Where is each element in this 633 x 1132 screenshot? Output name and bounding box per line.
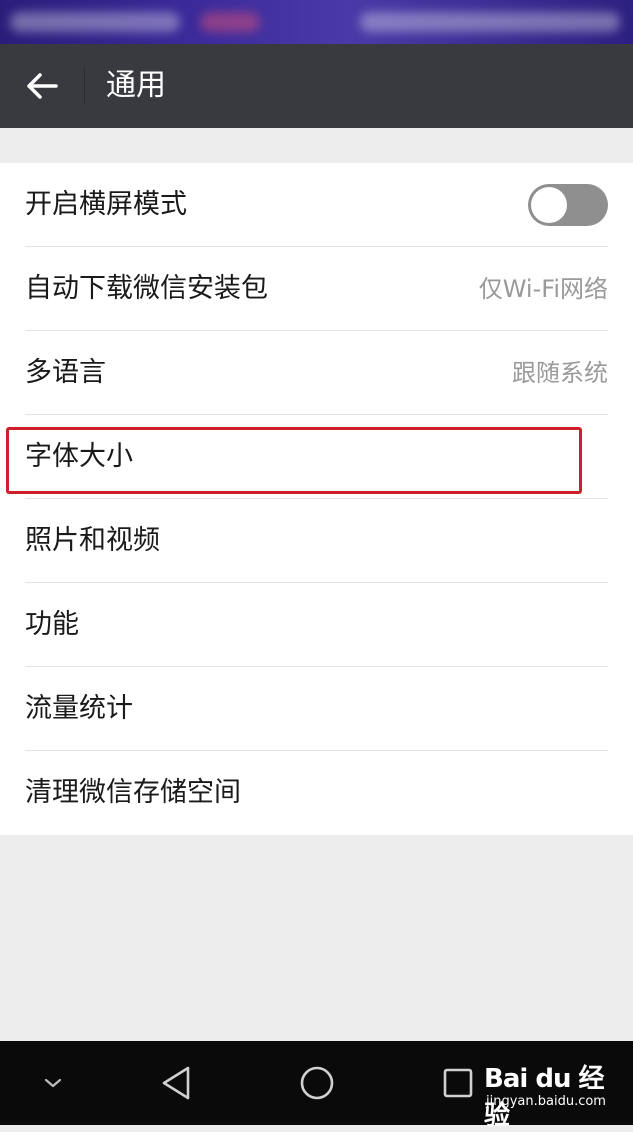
- page-title: 通用: [106, 68, 166, 103]
- status-blur: [360, 12, 620, 32]
- setting-data-usage[interactable]: 流量统计: [0, 667, 633, 751]
- app-bar: 通用: [0, 44, 633, 128]
- nav-home-button[interactable]: [295, 1061, 339, 1105]
- setting-photos-videos[interactable]: 照片和视频: [0, 499, 633, 583]
- setting-manage-storage[interactable]: 清理微信存储空间: [0, 751, 633, 835]
- setting-label: 流量统计: [25, 693, 133, 724]
- landscape-mode-toggle[interactable]: [528, 184, 608, 226]
- setting-label: 自动下载微信安装包: [25, 273, 268, 304]
- back-button[interactable]: [14, 62, 70, 110]
- home-circle-icon: [300, 1066, 334, 1100]
- status-blur: [10, 12, 180, 32]
- status-bar: [0, 0, 633, 44]
- nav-collapse-button[interactable]: [31, 1061, 75, 1105]
- setting-features[interactable]: 功能: [0, 583, 633, 667]
- setting-label: 照片和视频: [25, 525, 160, 556]
- watermark-url: jingyan.baidu.com: [486, 1094, 606, 1109]
- setting-value: 跟随系统: [512, 359, 608, 387]
- setting-value: 仅Wi-Fi网络: [478, 275, 608, 303]
- nav-recents-button[interactable]: [436, 1061, 480, 1105]
- toggle-knob: [531, 187, 567, 223]
- app-bar-divider: [84, 68, 85, 104]
- setting-landscape-mode[interactable]: 开启横屏模式: [0, 163, 633, 247]
- setting-label: 字体大小: [25, 441, 133, 472]
- chevron-down-icon: [44, 1078, 62, 1088]
- setting-label: 清理微信存储空间: [25, 777, 241, 808]
- nav-back-button[interactable]: [154, 1061, 198, 1105]
- setting-label: 开启横屏模式: [25, 189, 187, 220]
- recents-square-icon: [443, 1068, 473, 1098]
- setting-auto-download[interactable]: 自动下载微信安装包 仅Wi-Fi网络: [0, 247, 633, 331]
- arrow-left-icon: [27, 73, 58, 99]
- setting-label: 多语言: [25, 357, 106, 388]
- back-triangle-icon: [162, 1066, 190, 1100]
- baidu-watermark: Bai du 经验 jingyan.baidu.com: [484, 1056, 624, 1131]
- setting-language[interactable]: 多语言 跟随系统: [0, 331, 633, 415]
- setting-font-size[interactable]: 字体大小: [0, 415, 633, 499]
- setting-label: 功能: [25, 609, 79, 640]
- status-blur: [200, 12, 260, 32]
- settings-list: 开启横屏模式 自动下载微信安装包 仅Wi-Fi网络 多语言 跟随系统 字体大小 …: [0, 163, 633, 835]
